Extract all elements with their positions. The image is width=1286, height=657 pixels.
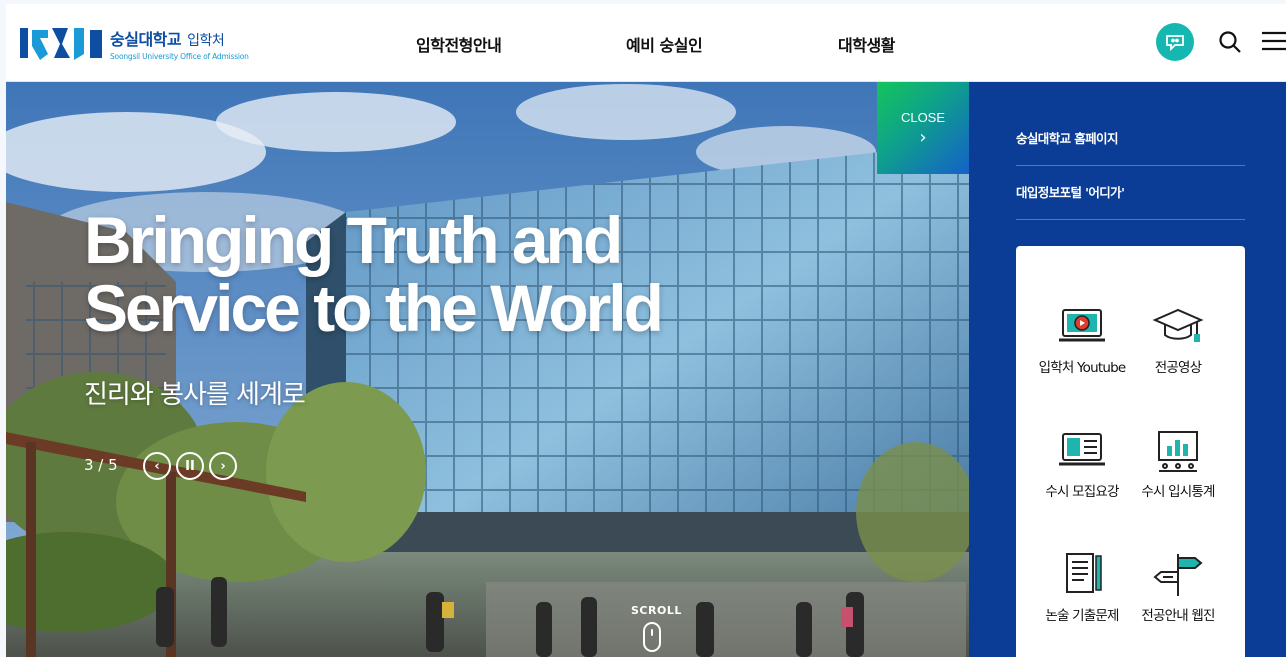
quick-essay-past-exams-label: 논술 기출문제 [1045,608,1119,624]
graduation-cap-icon [1152,308,1204,342]
logo-english-name: Soongsil University Office of Admission [110,51,249,61]
pause-icon: II [185,458,195,474]
hero-headline-line2: Service to the World [84,271,664,345]
nav-campus-life[interactable]: 대학생활 [838,32,895,56]
logo-korean-name: 숭실대학교 [110,29,182,49]
quick-youtube-label: 입학처 Youtube [1038,360,1127,376]
link-adiga-portal[interactable]: 대입정보포털 '어디가' [1016,182,1245,220]
hamburger-icon [1262,31,1286,51]
chat-bubble-icon [1166,35,1184,52]
slide-counter: 3 / 5 [84,456,118,474]
chatbot-button[interactable] [1156,23,1194,61]
nav-admission-guide[interactable]: 입학전형안내 [416,32,502,56]
slide-pause-button[interactable]: II [176,452,204,480]
menu-button[interactable] [1262,30,1286,52]
link-university-homepage[interactable]: 숭실대학교 홈페이지 [1016,128,1245,166]
hero-subtitle: 진리와 봉사를 세계로 [84,380,306,410]
scroll-mouse-icon[interactable] [643,622,661,652]
hero-headline-line1: Bringing Truth and [84,203,623,277]
statistics-board-icon [1158,431,1198,472]
guidebook-icon [1059,433,1105,466]
quick-major-video[interactable]: 전공영상 [1128,302,1228,376]
quick-links-card: 입학처 Youtube 전공영상 수시 모집요강 수시 입시통계 논술 기출문제… [1016,246,1245,657]
quick-major-webzine[interactable]: 전공안내 웹진 [1128,550,1228,624]
hero-headline: Bringing Truth and Service to the World [84,203,664,345]
quick-youtube[interactable]: 입학처 Youtube [1032,302,1132,376]
chevron-right-icon: › [220,458,226,474]
quick-major-video-label: 전공영상 [1154,360,1202,376]
page: 숭실대학교 입학처 Soongsil University Office of A… [6,4,1286,657]
chevron-left-icon: ‹ [154,458,160,474]
quick-essay-past-exams[interactable]: 논술 기출문제 [1032,550,1132,624]
exam-paper-icon [1066,553,1102,593]
panel-close-button[interactable]: CLOSE › [877,82,969,174]
chevron-right-icon: › [919,127,927,148]
nav-future-students[interactable]: 예비 숭실인 [626,32,703,56]
scroll-label: SCROLL [631,604,682,617]
search-icon [1219,31,1241,53]
quick-early-admission-guide-label: 수시 모집요강 [1045,484,1119,500]
quick-early-admission-stats-label: 수시 입시통계 [1141,484,1215,500]
hero-campus-photo [6,82,969,657]
search-button[interactable] [1216,28,1244,56]
logo-office-name: 입학처 [187,32,225,49]
ssu-logo-mark-icon [20,28,102,60]
close-label: CLOSE [900,110,946,125]
hero-slider: Bringing Truth and Service to the World … [6,82,969,657]
slide-next-button[interactable]: › [209,452,237,480]
signpost-icon [1153,554,1203,596]
youtube-laptop-icon [1059,309,1105,342]
quick-early-admission-stats[interactable]: 수시 입시통계 [1128,426,1228,500]
slide-prev-button[interactable]: ‹ [143,452,171,480]
quick-early-admission-guide[interactable]: 수시 모집요강 [1032,426,1132,500]
site-header: 숭실대학교 입학처 Soongsil University Office of A… [6,4,1286,82]
quick-major-webzine-label: 전공안내 웹진 [1141,608,1215,624]
ssu-logo[interactable]: 숭실대학교 입학처 Soongsil University Office of A… [18,24,249,62]
